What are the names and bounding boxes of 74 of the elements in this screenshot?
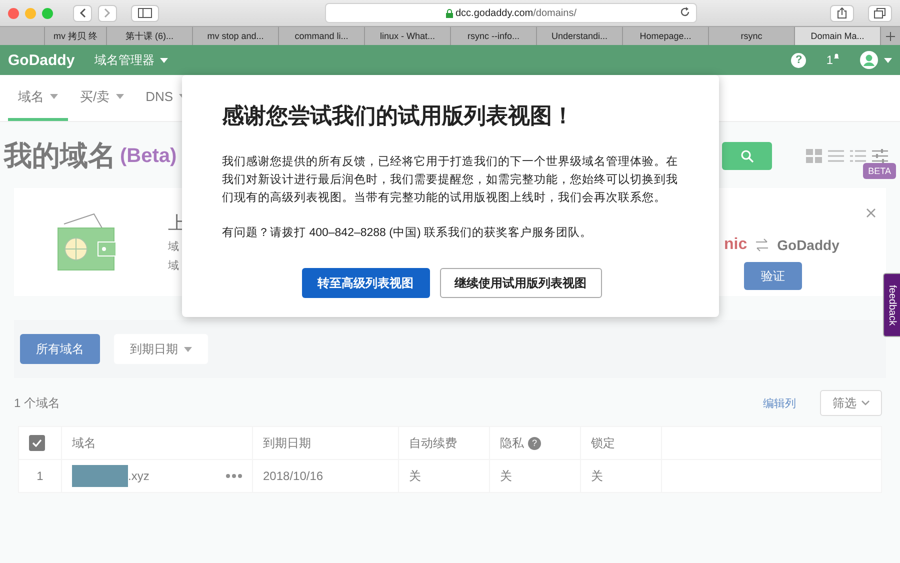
avatar-icon[interactable] [860,51,878,69]
search-icon [740,150,754,162]
select-all-checkbox[interactable] [29,435,45,451]
table-cell: 1 [36,469,44,483]
close-icon[interactable] [866,208,876,218]
feedback-tab[interactable]: feedback [883,273,900,337]
caret-icon [116,94,124,99]
beta-badge: BETA [863,163,896,179]
filter-button[interactable]: 筛选 [820,390,882,416]
logo[interactable]: GoDaddy [8,52,75,68]
table-cell: 2018/10/16 [263,469,324,483]
grid-view-icon[interactable] [806,149,822,163]
column-header: 自动续费 [409,436,457,450]
advanced-list-view-button[interactable]: 转至高级列表视图 [302,268,430,298]
table-cell: 关 [409,468,421,482]
lock-icon [446,8,452,18]
forward-button[interactable] [98,4,117,22]
edit-columns-link[interactable]: 编辑列 [763,396,796,410]
sidebar-icon [138,8,152,18]
list-view-icon[interactable] [828,149,844,163]
sort-dropdown[interactable]: 到期日期 [114,334,208,364]
dialog-title: 感谢您尝试我们的试用版列表视图！ [222,102,575,130]
help-icon[interactable]: ? [791,52,806,68]
continue-trial-view-button[interactable]: 继续使用试用版列表视图 [440,268,602,298]
browser-tab[interactable]: Domain Ma... [795,27,881,45]
compact-list-icon[interactable] [850,149,866,163]
bell-icon[interactable] [833,53,840,60]
sidebar-button[interactable] [131,4,159,22]
reload-icon[interactable] [680,7,690,17]
chevron-down-icon [860,400,870,406]
chevron-left-icon [79,8,86,18]
domain-name[interactable]: .xyz [128,469,150,483]
help-icon[interactable]: ? [528,436,541,450]
column-header: 域名 [72,436,96,450]
tabs-icon [874,8,886,18]
table-cell: 关 [591,468,603,482]
partner-logo-text: nic [724,236,748,254]
nav-tab[interactable]: 买/卖 [70,75,134,121]
menu-dropdown[interactable]: 域名管理器 [94,52,168,68]
godaddy-logo: GoDaddy [777,237,840,253]
table-cell: 关 [500,468,512,482]
maximize-window-icon[interactable] [42,8,53,18]
column-header: 隐私 [500,436,524,450]
caret-icon [160,58,168,62]
share-button[interactable] [830,4,854,22]
notification-count[interactable]: 1 [826,53,833,67]
redacted-block [72,465,128,487]
beta-label: (Beta) [120,144,177,168]
search-button[interactable] [722,142,772,170]
domain-count: 1 个域名 [14,394,60,412]
close-window-icon[interactable] [8,8,19,18]
dialog-message: 我们感谢您提供的所有反馈，已经将它用于打造我们的下一个世界级域名管理体验。在我们对新设计进行最后润色时，我们需要提醒您，如需完整功能，您始终可以切换到我们现有的高级列表视图。当带有完整功能的试用版视图上线时，我们会再次联系您。 [222,154,679,206]
tabs-overview-button[interactable] [868,4,892,22]
verify-button[interactable]: 验证 [744,262,802,290]
caret-icon [884,58,892,62]
chevron-right-icon [104,8,111,18]
caret-icon [184,346,192,352]
banner-text: 域 [168,240,180,254]
more-options-icon[interactable] [226,474,242,478]
page-title: 我的域名 [4,139,116,173]
filter-chip[interactable]: 所有域名 [20,334,100,364]
new-tab-icon[interactable] [886,32,895,40]
nav-tab[interactable]: 域名 [8,75,68,121]
caret-icon [50,94,58,99]
settings-sliders-icon[interactable] [872,149,888,163]
share-icon [837,7,847,19]
column-header: 到期日期 [263,436,311,450]
contact-message: 有问题？请拨打 400–842–8288 (中国) 联系我们的获奖客户服务团队。 [222,225,593,240]
swap-arrows-icon [755,238,770,252]
checkmark-icon [32,439,42,447]
back-button[interactable] [73,4,92,22]
column-header: 锁定 [591,436,615,450]
banner-text: 域 [168,259,180,273]
address-bar[interactable]: dcc.godaddy.com/domains/ [325,3,697,23]
